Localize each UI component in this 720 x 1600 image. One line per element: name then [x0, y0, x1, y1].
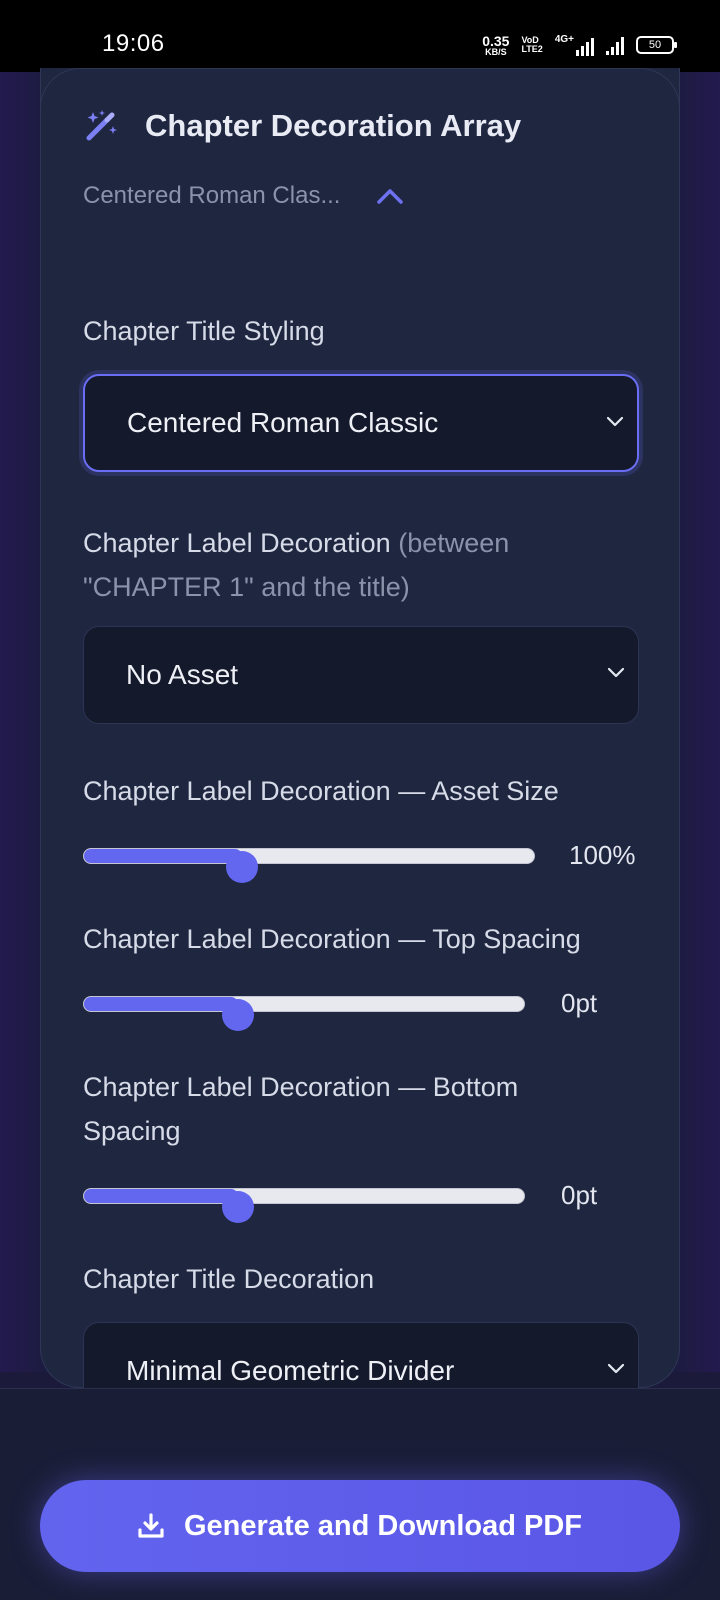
panel-title: Chapter Decoration Array	[145, 108, 522, 143]
top-spacing-slider[interactable]	[83, 996, 525, 1031]
network-speed: 0.35 KB/S	[482, 34, 509, 57]
asset-size-slider[interactable]	[83, 848, 535, 883]
asset-size-value: 100%	[569, 840, 636, 870]
panel-summary-text: Centered Roman Clas...	[83, 182, 341, 209]
asset-size-slider-row: 100%	[83, 838, 643, 883]
network-speed-unit: KB/S	[485, 46, 507, 57]
bottom-spacing-slider-fill	[84, 1189, 238, 1203]
signal-bars-icon	[576, 36, 594, 56]
label-decoration-value: No Asset	[126, 659, 239, 690]
download-icon	[138, 1513, 164, 1538]
volte-bottom: LTE2	[521, 44, 543, 54]
panel-summary[interactable]: Centered Roman Clas...	[83, 182, 404, 210]
status-icons: 0.35 KB/S VoD LTE2 4G+ 50	[482, 30, 677, 60]
label-decoration-label-main: Chapter Label Decoration	[83, 528, 391, 558]
top-spacing-label: Chapter Label Decoration — Top Spacing	[83, 924, 581, 954]
signal-bars-2-icon	[606, 35, 624, 55]
bottom-spacing-value: 0pt	[561, 1180, 598, 1210]
panel-header[interactable]: Chapter Decoration Array	[83, 108, 521, 144]
asset-size-label: Chapter Label Decoration — Asset Size	[83, 776, 559, 806]
bottom-spacing-label-line2: Spacing	[83, 1116, 181, 1146]
magic-wand-icon	[86, 110, 117, 141]
network-speed-value: 0.35	[482, 32, 510, 49]
title-styling-value: Centered Roman Classic	[127, 407, 439, 438]
battery-icon: 50	[636, 36, 677, 54]
chevron-down-icon	[607, 667, 625, 678]
network-type: 4G+	[554, 34, 574, 45]
generate-pdf-button[interactable]: Generate and Download PDF	[40, 1480, 680, 1572]
top-spacing-slider-row: 0pt	[83, 986, 643, 1031]
label-decoration-label: Chapter Label Decoration (between	[83, 528, 509, 559]
signal-4g-icon: 4G+	[555, 34, 594, 56]
label-decoration-label-line2: "CHAPTER 1" and the title)	[83, 572, 410, 603]
asset-size-slider-thumb[interactable]	[225, 851, 258, 883]
battery-level: 50	[648, 39, 662, 51]
bottom-spacing-label: Chapter Label Decoration — Bottom	[83, 1072, 519, 1102]
top-spacing-value: 0pt	[561, 988, 598, 1018]
title-styling-select[interactable]: Centered Roman Classic	[83, 374, 639, 472]
generate-pdf-label: Generate and Download PDF	[184, 1509, 582, 1542]
title-styling-label: Chapter Title Styling	[83, 316, 325, 346]
title-decoration-value: Minimal Geometric Divider	[126, 1355, 455, 1386]
chevron-up-icon[interactable]	[376, 186, 404, 206]
chevron-down-icon	[606, 416, 624, 427]
status-time: 19:06	[102, 30, 165, 57]
label-decoration-select[interactable]: No Asset	[83, 626, 639, 724]
top-spacing-slider-thumb[interactable]	[222, 999, 254, 1031]
label-decoration-label-sub: (between	[390, 528, 510, 558]
title-decoration-label: Chapter Title Decoration	[83, 1264, 375, 1294]
bottom-spacing-slider-thumb[interactable]	[222, 1191, 254, 1223]
bottom-spacing-slider[interactable]	[83, 1188, 525, 1223]
status-bar: 19:06 0.35 KB/S VoD LTE2 4G+ 50	[0, 0, 720, 72]
chevron-down-icon	[607, 1363, 625, 1374]
top-spacing-slider-fill	[84, 997, 238, 1011]
volte-icon: VoD LTE2	[521, 36, 542, 54]
asset-size-slider-fill	[84, 849, 242, 863]
decoration-panel: Chapter Decoration Array Centered Roman …	[40, 68, 680, 1420]
bottom-spacing-slider-row: 0pt	[83, 1178, 643, 1223]
label-decoration-label-sub2: "CHAPTER 1" and the title)	[83, 572, 410, 602]
